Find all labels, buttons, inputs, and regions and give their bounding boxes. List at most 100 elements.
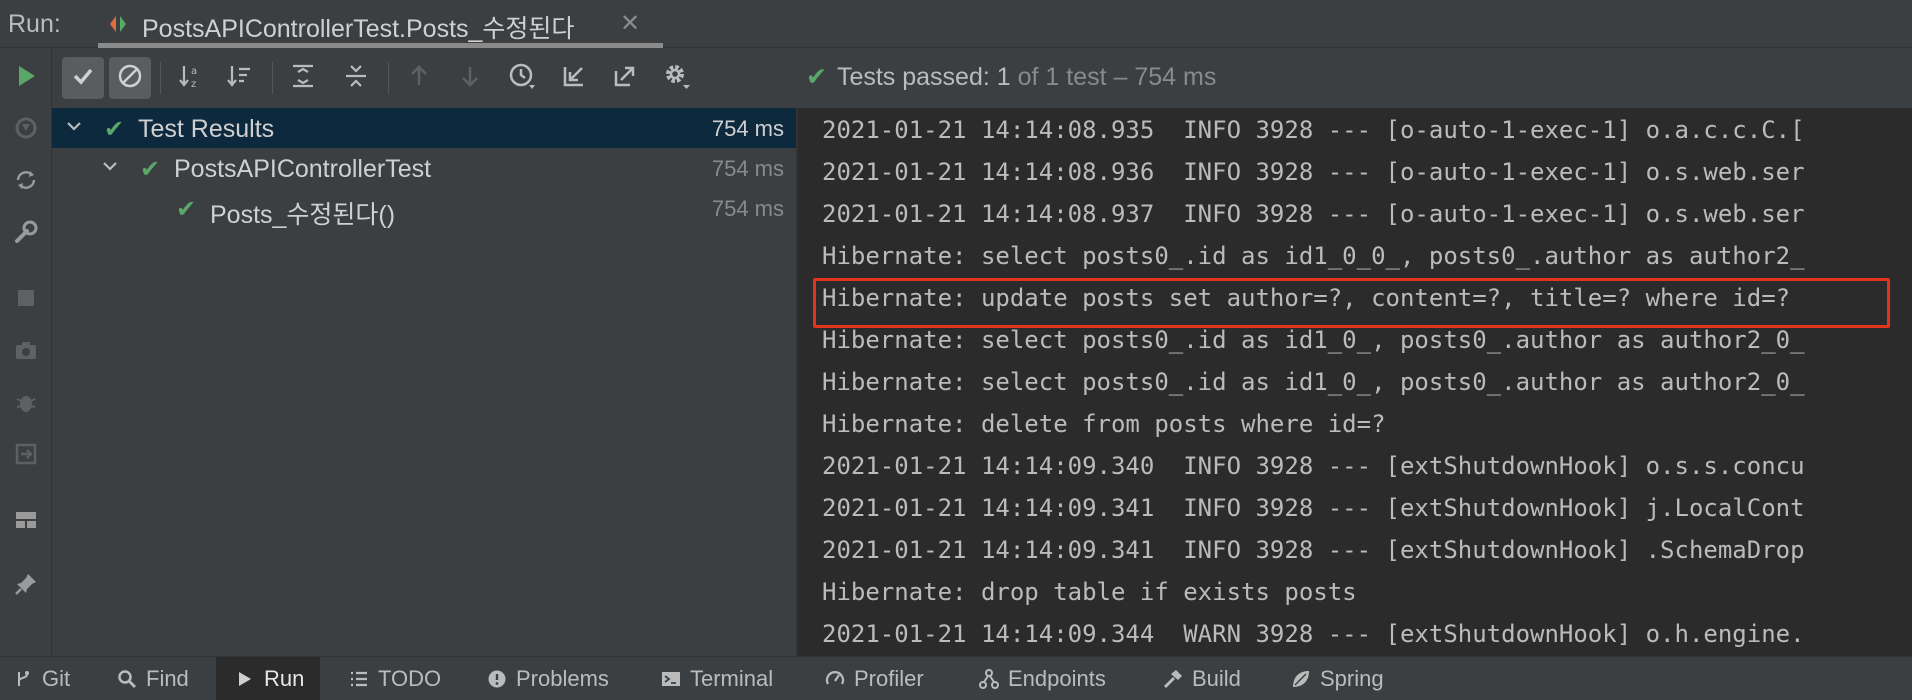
check-icon: ✔ [140,156,161,183]
run-tab[interactable]: PostsAPIControllerTest.Posts_수정된다 ✕ [98,0,663,48]
test-tree-toolbar: az [52,48,796,108]
play-icon [13,63,39,94]
console-line: 2021-01-21 14:14:08.937 INFO 3928 --- [o… [822,200,1805,228]
tool-window-git[interactable]: Git [12,657,70,700]
toolbar-separator [272,62,273,94]
tree-row-test-class[interactable]: ✔ PostsAPIControllerTest 754 ms [52,148,796,188]
tests-passed-label: Tests passed: [836,63,990,91]
test-results-tree: ✔ Test Results 754 ms ✔ PostsAPIControll… [52,108,796,656]
console-line: Hibernate: select posts0_.id as id1_0_, … [822,326,1805,354]
gear-icon [662,61,692,96]
tool-window-label: Problems [516,666,609,691]
tool-window-build[interactable]: Build [1162,657,1241,700]
check-icon [71,64,95,93]
dump-threads-button[interactable] [8,334,44,370]
stop-button[interactable] [8,282,44,318]
tool-window-spring[interactable]: Spring [1290,657,1384,700]
console-line: Hibernate: select posts0_.id as id1_0_, … [822,368,1805,396]
console-line: Hibernate: select posts0_.id as id1_0_0_… [822,242,1805,270]
rerun-button[interactable] [8,60,44,96]
tool-window-problems[interactable]: Problems [486,657,609,700]
tool-window-run[interactable]: Run [216,657,321,700]
run-label: Run: [8,10,61,38]
arrow-down-icon [457,63,483,94]
terminal-icon [660,668,682,690]
console-line: 2021-01-21 14:14:08.936 INFO 3928 --- [o… [822,158,1805,186]
settings-button[interactable] [656,57,698,99]
collapse-all-button[interactable] [335,57,377,99]
expand-all-button[interactable] [282,57,324,99]
tool-window-label: Run [264,666,305,691]
console-line: 2021-01-21 14:14:09.341 INFO 3928 --- [e… [822,494,1805,522]
junit-run-icon [106,12,130,36]
bug-icon [13,389,39,420]
layout-button[interactable] [8,504,44,540]
svg-text:a: a [191,66,197,77]
wrench-icon [13,219,39,250]
sort-by-duration-button[interactable] [218,57,260,99]
sort-az-icon: az [177,62,205,95]
rerun-failed-button[interactable] [8,112,44,148]
console-line: Hibernate: delete from posts where id=? [822,410,1386,438]
tree-row-label: PostsAPIControllerTest [174,155,432,183]
exit-icon [13,441,39,472]
import-tests-button[interactable] [553,57,595,99]
tool-window-find[interactable]: Find [116,657,189,700]
console-line: 2021-01-21 14:14:09.340 INFO 3928 --- [e… [822,452,1805,480]
console-line: Hibernate: drop table if exists posts [822,578,1357,606]
settings-wrench-button[interactable] [8,216,44,252]
tool-window-label: Profiler [854,666,924,691]
toggle-auto-test-button[interactable] [8,164,44,200]
close-icon[interactable]: ✕ [620,9,640,38]
tool-window-label: Spring [1320,666,1384,691]
ignored-icon [117,63,143,94]
tool-window-endpoints[interactable]: Endpoints [978,657,1106,700]
exit-button[interactable] [8,438,44,474]
show-passed-button[interactable] [62,57,104,99]
chevron-down-icon[interactable] [100,156,120,176]
tool-window-profiler[interactable]: Profiler [824,657,924,700]
check-icon: ✔ [806,63,827,91]
run-header: Run: PostsAPIControllerTest.Posts_수정된다 ✕ [0,0,1912,48]
tool-window-terminal[interactable]: Terminal [660,657,773,700]
tree-row-test-results[interactable]: ✔ Test Results 754 ms [52,108,796,148]
spring-leaf-icon [1290,668,1312,690]
tree-row-test-method[interactable]: ✔ Posts_수정된다() 754 ms [52,188,796,229]
check-icon: ✔ [176,196,197,223]
next-failed-button[interactable] [449,57,491,99]
debug-button[interactable] [8,386,44,422]
tests-passed-count: 1 [996,63,1011,91]
sort-alphabetically-button[interactable]: az [170,57,212,99]
toolbar-separator [160,62,161,94]
chevron-down-icon[interactable] [64,116,84,136]
profiler-gauge-icon [824,668,846,690]
show-ignored-button[interactable] [109,57,151,99]
test-history-button[interactable] [501,57,543,99]
previous-failed-button[interactable] [398,57,440,99]
git-branch-icon [12,668,34,690]
play-icon [234,668,256,690]
pin-icon [13,571,39,602]
endpoints-icon [978,668,1000,690]
console-line: 2021-01-21 14:14:08.935 INFO 3928 --- [o… [822,116,1805,144]
sort-duration-icon [225,62,253,95]
console-line: 2021-01-21 14:14:09.341 INFO 3928 --- [e… [822,536,1805,564]
tool-window-bar: Git Find Run TODO Problems Terminal Prof… [0,656,1912,700]
export-icon [611,62,639,95]
tool-window-label: Terminal [690,666,774,691]
left-toolbar [0,48,52,656]
import-icon [560,62,588,95]
pin-tab-button[interactable] [8,568,44,604]
hammer-icon [1162,668,1184,690]
layout-icon [13,507,39,538]
export-tests-button[interactable] [604,57,646,99]
tool-window-todo[interactable]: TODO [348,657,441,700]
tree-row-duration: 754 ms [711,156,784,181]
search-icon [116,668,138,690]
list-icon [348,668,370,690]
highlight-annotation-box [813,278,1890,328]
console-output[interactable]: 2021-01-21 14:14:08.935 INFO 3928 --- [o… [798,108,1912,656]
rerun-failed-icon [13,115,39,146]
check-icon: ✔ [104,116,125,143]
svg-text:z: z [191,79,196,90]
